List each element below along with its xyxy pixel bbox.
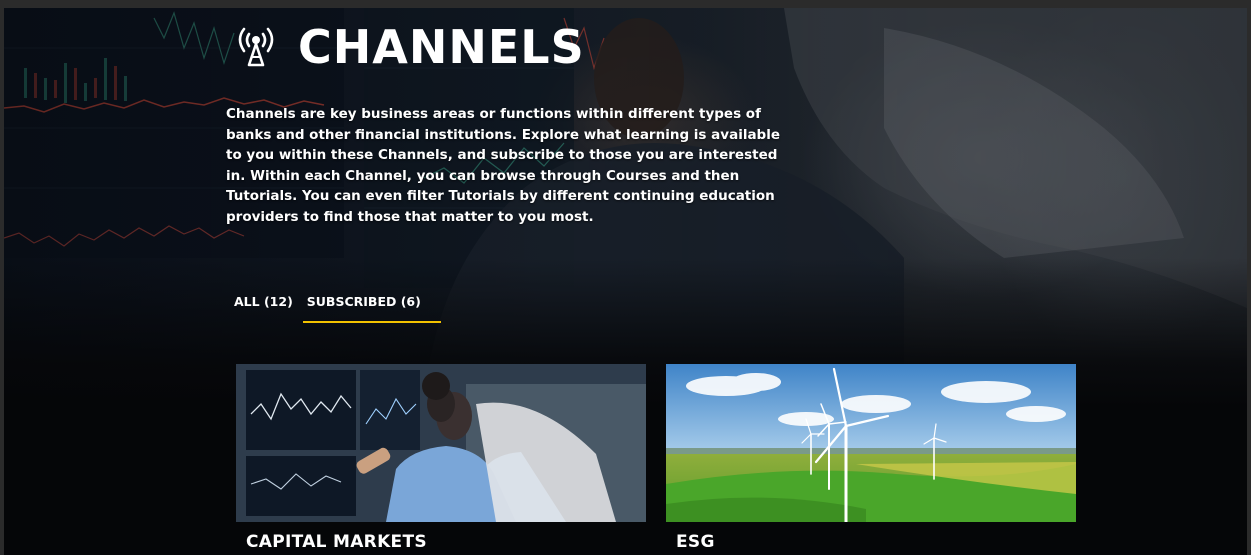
intro-paragraph: Channels are key business areas or funct… xyxy=(226,106,781,225)
browser-frame: CHANNELS Channels are key business areas… xyxy=(0,0,1251,555)
channel-card-capital-markets[interactable]: CAPITAL MARKETS xyxy=(236,364,646,552)
channel-card-esg[interactable]: ESG xyxy=(666,364,1076,552)
tab-all[interactable]: ALL (12) xyxy=(230,294,297,323)
channel-tabs: ALL (12) SUBSCRIBED (6) xyxy=(230,294,447,323)
page-header: CHANNELS xyxy=(232,16,585,78)
page-title: CHANNELS xyxy=(298,20,585,74)
channels-page: CHANNELS Channels are key business areas… xyxy=(4,8,1247,555)
capital-markets-image[interactable] xyxy=(236,364,646,522)
antenna-icon xyxy=(238,27,274,67)
card-title[interactable]: ESG xyxy=(666,532,1076,552)
esg-image[interactable] xyxy=(666,364,1076,522)
tab-subscribed[interactable]: SUBSCRIBED (6) xyxy=(302,294,441,323)
card-title[interactable]: CAPITAL MARKETS xyxy=(236,532,646,552)
